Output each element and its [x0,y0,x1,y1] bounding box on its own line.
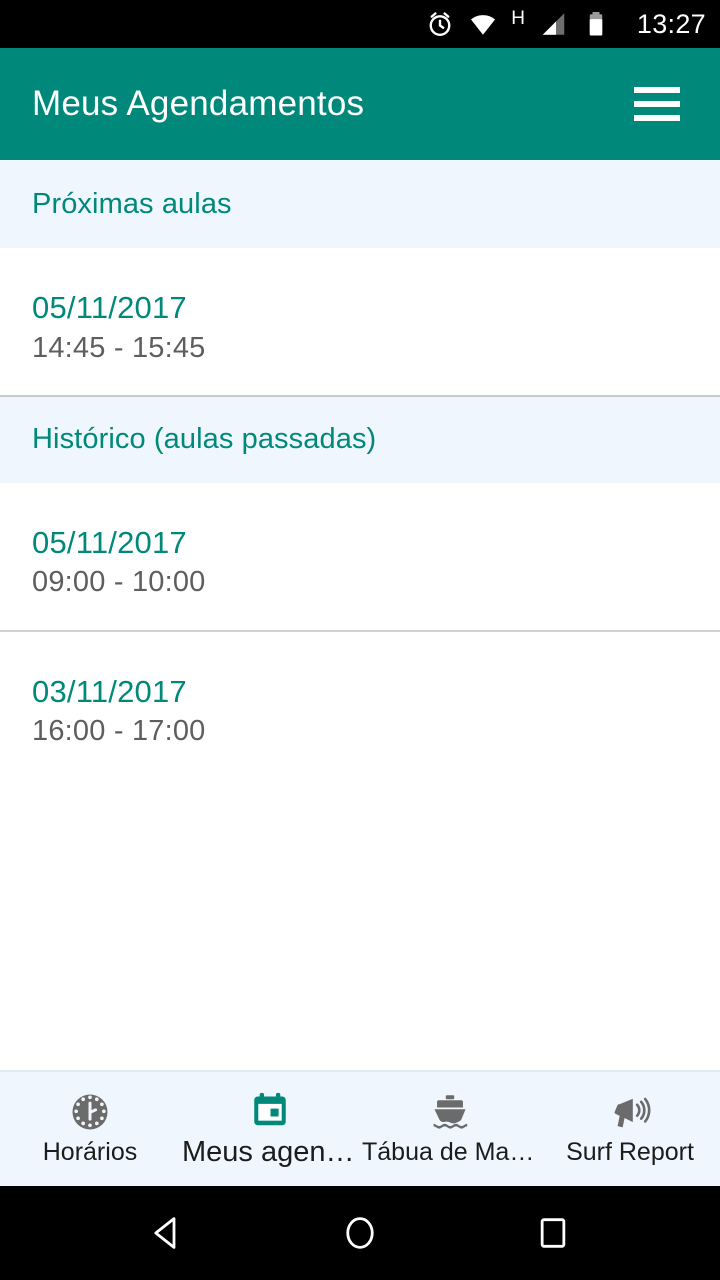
boat-icon [429,1091,471,1133]
signal-icon [538,9,568,39]
calendar-icon [249,1089,291,1131]
battery-icon [581,9,611,39]
page-title: Meus Agendamentos [32,84,365,123]
status-bar-icons: H 13:27 [425,9,706,40]
appointment-time: 14:45 - 15:45 [32,331,206,364]
app-root: H 13:27 Meus Agendamentos Próximas aulas… [0,0,720,1280]
alarm-icon [425,9,455,39]
nav-tab-horarios[interactable]: Horários [0,1072,180,1186]
appointment-date: 03/11/2017 [32,673,187,709]
status-bar: H 13:27 [0,0,720,48]
app-bar: Meus Agendamentos [0,48,720,160]
bottom-navigation: Horários Meus agenda… [0,1070,720,1186]
appointment-time: 16:00 - 17:00 [32,715,206,748]
appointment-date: 05/11/2017 [32,524,187,560]
list-item[interactable]: 03/11/2017 16:00 - 17:00 [0,629,720,779]
list-item[interactable]: 05/11/2017 09:00 - 10:00 [0,482,720,630]
megaphone-icon [609,1091,651,1133]
back-button[interactable] [127,1203,207,1263]
list-item[interactable]: 05/11/2017 14:45 - 15:45 [0,248,720,395]
section-header-historico: Histórico (aulas passadas) [0,394,720,483]
home-button[interactable] [320,1203,400,1263]
android-system-navigation [0,1186,720,1280]
appointment-date: 05/11/2017 [32,290,187,325]
nav-tab-label: Meus agenda… [182,1137,358,1169]
clock-icon [69,1091,111,1133]
hamburger-menu-icon[interactable] [634,87,680,121]
section-header-label: Próximas aulas [32,187,232,220]
nav-tab-label: Horários [42,1139,138,1167]
nav-tab-label: Tábua de Marés [362,1139,538,1167]
appointments-list: Próximas aulas 05/11/2017 14:45 - 15:45 … [0,160,720,1070]
section-header-label: Histórico (aulas passadas) [32,423,377,456]
section-header-proximas-aulas: Próximas aulas [0,160,720,248]
nav-tab-tabua-de-mares[interactable]: Tábua de Marés [360,1072,540,1186]
wifi-icon [468,9,498,39]
nav-tab-surf-report[interactable]: Surf Report [540,1072,720,1186]
nav-tab-label: Surf Report [566,1139,694,1167]
network-type-indicator: H [511,7,525,29]
nav-tab-meus-agendamentos[interactable]: Meus agenda… [180,1072,360,1186]
status-bar-clock: 13:27 [636,8,706,39]
recents-button[interactable] [513,1203,593,1263]
appointment-time: 09:00 - 10:00 [32,566,206,599]
